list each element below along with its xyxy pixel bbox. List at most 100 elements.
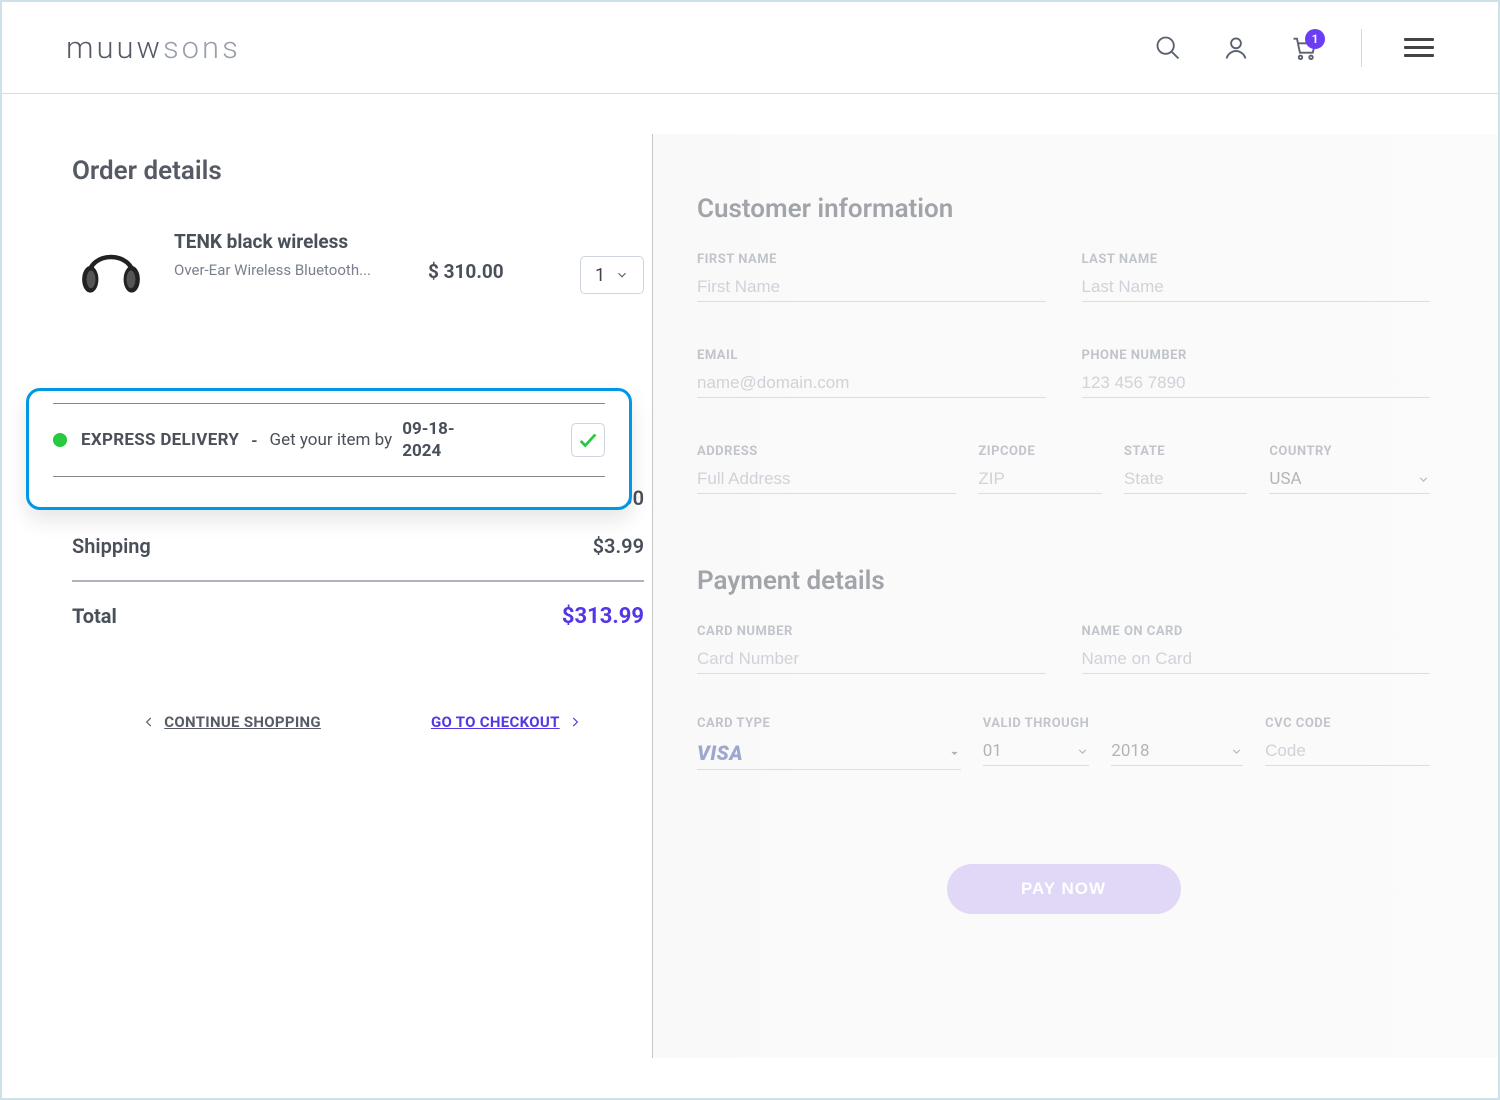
chevron-down-icon [1076,745,1089,758]
country-label: COUNTRY [1269,444,1430,459]
cart-badge: 1 [1305,29,1325,49]
address-field: ADDRESS [697,444,956,494]
card-type-field: CARD TYPE VISA [697,716,961,770]
express-delivery-date: 09-18-2024 [402,418,462,462]
card-number-field: CARD NUMBER [697,624,1046,674]
cart-icon[interactable]: 1 [1289,33,1319,63]
state-input[interactable] [1124,465,1248,494]
valid-year-value: 2018 [1111,741,1149,761]
card-number-label: CARD NUMBER [697,624,1046,639]
express-delivery-checkbox[interactable] [571,423,605,457]
app-header: muuwsons 1 [2,2,1498,94]
express-delivery-text: Get your item by [270,430,393,450]
name-on-card-field: NAME ON CARD [1082,624,1431,674]
logo[interactable]: muuwsons [66,29,241,66]
quantity-select[interactable]: 1 [580,256,644,294]
go-to-checkout-link[interactable]: GO TO CHECKOUT [431,713,582,731]
state-label: STATE [1124,444,1248,459]
first-name-field: FIRST NAME [697,252,1046,302]
divider [72,580,644,582]
checkout-form-panel: Customer information FIRST NAME LAST NAM… [652,134,1498,1058]
shipping-label: Shipping [72,534,151,558]
last-name-input[interactable] [1082,273,1431,302]
first-name-input[interactable] [697,273,1046,302]
phone-label: PHONE NUMBER [1082,348,1431,363]
payment-form: CARD NUMBER NAME ON CARD CARD TYPE VISA … [697,624,1430,770]
product-price: $ 310.00 [428,230,504,283]
product-row: TENK black wireless Over-Ear Wireless Bl… [72,230,652,308]
logo-part-a: muuw [66,29,163,66]
zipcode-label: ZIPCODE [978,444,1102,459]
pay-now-button[interactable]: PAY NOW [947,864,1181,914]
country-field: COUNTRY USA [1269,444,1430,494]
go-to-checkout-label: GO TO CHECKOUT [431,713,560,731]
continue-shopping-link[interactable]: CONTINUE SHOPPING [142,713,321,731]
dash: - [251,431,257,450]
caret-down-icon [948,747,961,760]
quantity-value: 1 [595,265,605,286]
email-field: EMAIL [697,348,1046,398]
last-name-field: LAST NAME [1082,252,1431,302]
card-number-input[interactable] [697,645,1046,674]
spacer-label [1111,716,1243,731]
cvc-label: CVC CODE [1265,716,1430,731]
divider [1361,29,1362,67]
valid-month-field: VALID THROUGH 01 [983,716,1090,770]
name-on-card-input[interactable] [1082,645,1431,674]
product-info: TENK black wireless Over-Ear Wireless Bl… [174,230,394,279]
zipcode-field: ZIPCODE [978,444,1102,494]
account-icon[interactable] [1221,33,1251,63]
product-image [72,230,150,308]
check-icon [577,429,599,451]
zipcode-input[interactable] [978,465,1102,494]
express-delivery-highlight: EXPRESS DELIVERY - Get your item by 09-1… [26,388,632,510]
email-label: EMAIL [697,348,1046,363]
header-icons: 1 [1153,29,1434,67]
divider [53,476,605,477]
product-name: TENK black wireless [174,230,394,253]
menu-icon[interactable] [1404,38,1434,57]
state-field: STATE [1124,444,1248,494]
address-input[interactable] [697,465,956,494]
search-icon[interactable] [1153,33,1183,63]
customer-info-title: Customer information [697,194,1430,224]
valid-year-select[interactable]: 2018 [1111,737,1243,766]
total-value: $313.99 [562,604,644,629]
express-delivery-row: EXPRESS DELIVERY - Get your item by 09-1… [53,404,605,476]
express-delivery-label: EXPRESS DELIVERY [81,430,239,450]
valid-month-value: 01 [983,741,1002,761]
continue-shopping-label: CONTINUE SHOPPING [164,713,321,731]
chevron-left-icon [142,715,156,729]
shipping-row: Shipping $3.99 [72,522,644,570]
status-dot-icon [53,433,67,447]
total-row: Total $313.99 [72,592,644,641]
address-label: ADDRESS [697,444,956,459]
phone-field: PHONE NUMBER [1082,348,1431,398]
product-description: Over-Ear Wireless Bluetooth... [174,261,394,279]
card-type-label: CARD TYPE [697,716,961,731]
card-type-select[interactable]: VISA [697,737,961,770]
country-select[interactable]: USA [1269,465,1430,494]
chevron-down-icon [1417,473,1430,486]
order-details-panel: Order details TENK black wireless Over-E… [2,94,652,1098]
cvc-input[interactable] [1265,737,1430,766]
phone-input[interactable] [1082,369,1431,398]
valid-through-label: VALID THROUGH [983,716,1090,731]
shipping-value: $3.99 [593,534,644,558]
first-name-label: FIRST NAME [697,252,1046,267]
payment-details-title: Payment details [697,566,1430,596]
order-details-title: Order details [72,156,652,186]
chevron-right-icon [568,715,582,729]
logo-part-b: sons [163,29,241,66]
name-on-card-label: NAME ON CARD [1082,624,1431,639]
chevron-down-icon [1230,745,1243,758]
country-value: USA [1269,469,1301,489]
valid-month-select[interactable]: 01 [983,737,1090,766]
cvc-field: CVC CODE [1265,716,1430,770]
cart-actions: CONTINUE SHOPPING GO TO CHECKOUT [72,713,652,731]
last-name-label: LAST NAME [1082,252,1431,267]
card-type-value: VISA [697,741,743,765]
email-input[interactable] [697,369,1046,398]
main: Order details TENK black wireless Over-E… [2,94,1498,1098]
valid-year-field: 2018 [1111,716,1243,770]
